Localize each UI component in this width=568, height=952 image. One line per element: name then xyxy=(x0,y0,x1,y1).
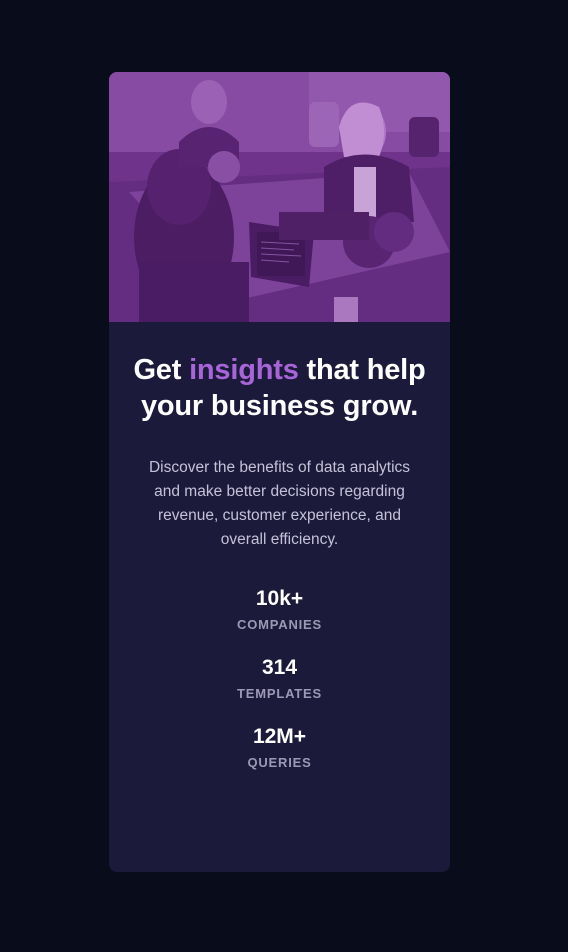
stat-companies: 10k+ COMPANIES xyxy=(131,586,428,633)
stat-value: 12M+ xyxy=(252,725,307,748)
hero-image xyxy=(109,72,450,322)
stat-value: 10k+ xyxy=(255,587,304,610)
card-description: Discover the benefits of data analytics … xyxy=(148,459,411,548)
title-accent: insights xyxy=(189,354,299,386)
stats-preview-card: Get insights that help your business gro… xyxy=(109,72,450,872)
office-team-photo-icon xyxy=(109,72,450,322)
stat-label: QUERIES xyxy=(247,755,312,770)
card-title: Get insights that help your business gro… xyxy=(131,352,428,424)
stat-value: 314 xyxy=(261,656,298,679)
title-before: Get xyxy=(133,354,190,386)
stat-label: COMPANIES xyxy=(237,617,322,632)
stat-queries: 12M+ QUERIES xyxy=(131,724,428,771)
card-content: Get insights that help your business gro… xyxy=(109,352,450,771)
stat-label: TEMPLATES xyxy=(237,686,322,701)
stat-templates: 314 TEMPLATES xyxy=(131,655,428,702)
stats-list: 10k+ COMPANIES 314 TEMPLATES 12M+ QUERIE… xyxy=(131,586,428,771)
